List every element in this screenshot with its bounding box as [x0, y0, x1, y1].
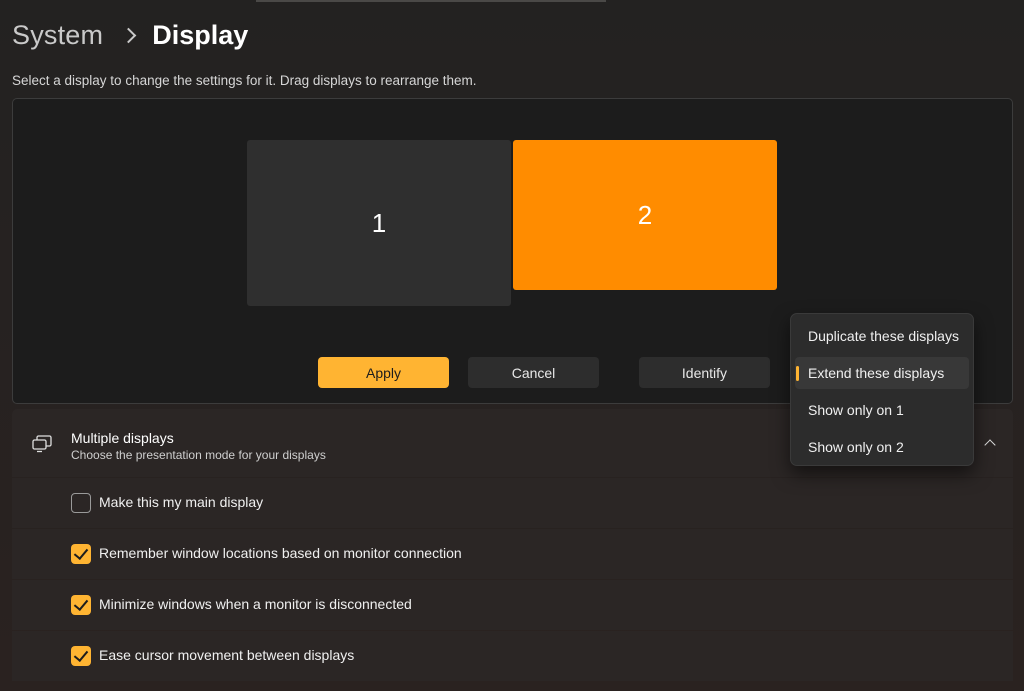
- arrange-instructions: Select a display to change the settings …: [12, 73, 477, 88]
- menu-item-show-only-1[interactable]: Show only on 1: [795, 394, 969, 426]
- monitor-1-tile[interactable]: 1: [247, 140, 511, 306]
- monitor-2-tile[interactable]: 2: [513, 140, 777, 290]
- multiple-displays-subtitle: Choose the presentation mode for your di…: [71, 448, 326, 462]
- minimize-windows-label: Minimize windows when a monitor is disco…: [99, 596, 412, 612]
- multiple-displays-title: Multiple displays: [71, 430, 174, 446]
- cancel-button[interactable]: Cancel: [468, 357, 599, 388]
- option-row-remember-locations[interactable]: Remember window locations based on monit…: [12, 529, 1013, 579]
- multiple-displays-icon: [32, 435, 52, 453]
- main-display-label: Make this my main display: [99, 494, 264, 510]
- page-title: Display: [152, 19, 249, 50]
- apply-button[interactable]: Apply: [318, 357, 449, 388]
- monitor-2-label: 2: [637, 199, 653, 230]
- display-settings-page: System Display Select a display to chang…: [0, 0, 1024, 691]
- selection-indicator: [796, 366, 799, 381]
- menu-item-duplicate[interactable]: Duplicate these displays: [795, 320, 969, 352]
- minimize-windows-checkbox[interactable]: [71, 595, 91, 615]
- chevron-up-icon[interactable]: [984, 439, 996, 451]
- remember-locations-checkbox[interactable]: [71, 544, 91, 564]
- monitor-1-label: 1: [371, 207, 387, 238]
- identify-button[interactable]: Identify: [639, 357, 770, 388]
- option-row-main-display[interactable]: Make this my main display: [12, 478, 1013, 528]
- breadcrumb: System Display: [12, 14, 248, 56]
- ease-cursor-label: Ease cursor movement between displays: [99, 647, 355, 663]
- main-display-checkbox[interactable]: [71, 493, 91, 513]
- window-top-edge: [256, 0, 606, 2]
- menu-item-show-only-2[interactable]: Show only on 2: [795, 431, 969, 463]
- menu-item-extend-label: Extend these displays: [808, 365, 945, 381]
- ease-cursor-checkbox[interactable]: [71, 646, 91, 666]
- remember-locations-label: Remember window locations based on monit…: [99, 545, 462, 561]
- chevron-right-icon: [120, 27, 137, 43]
- option-row-ease-cursor[interactable]: Ease cursor movement between displays: [12, 631, 1013, 681]
- breadcrumb-system-link[interactable]: System: [12, 20, 103, 51]
- menu-item-extend[interactable]: Extend these displays: [795, 357, 969, 389]
- presentation-mode-menu: Duplicate these displays Extend these di…: [790, 313, 974, 466]
- option-row-minimize-windows[interactable]: Minimize windows when a monitor is disco…: [12, 580, 1013, 630]
